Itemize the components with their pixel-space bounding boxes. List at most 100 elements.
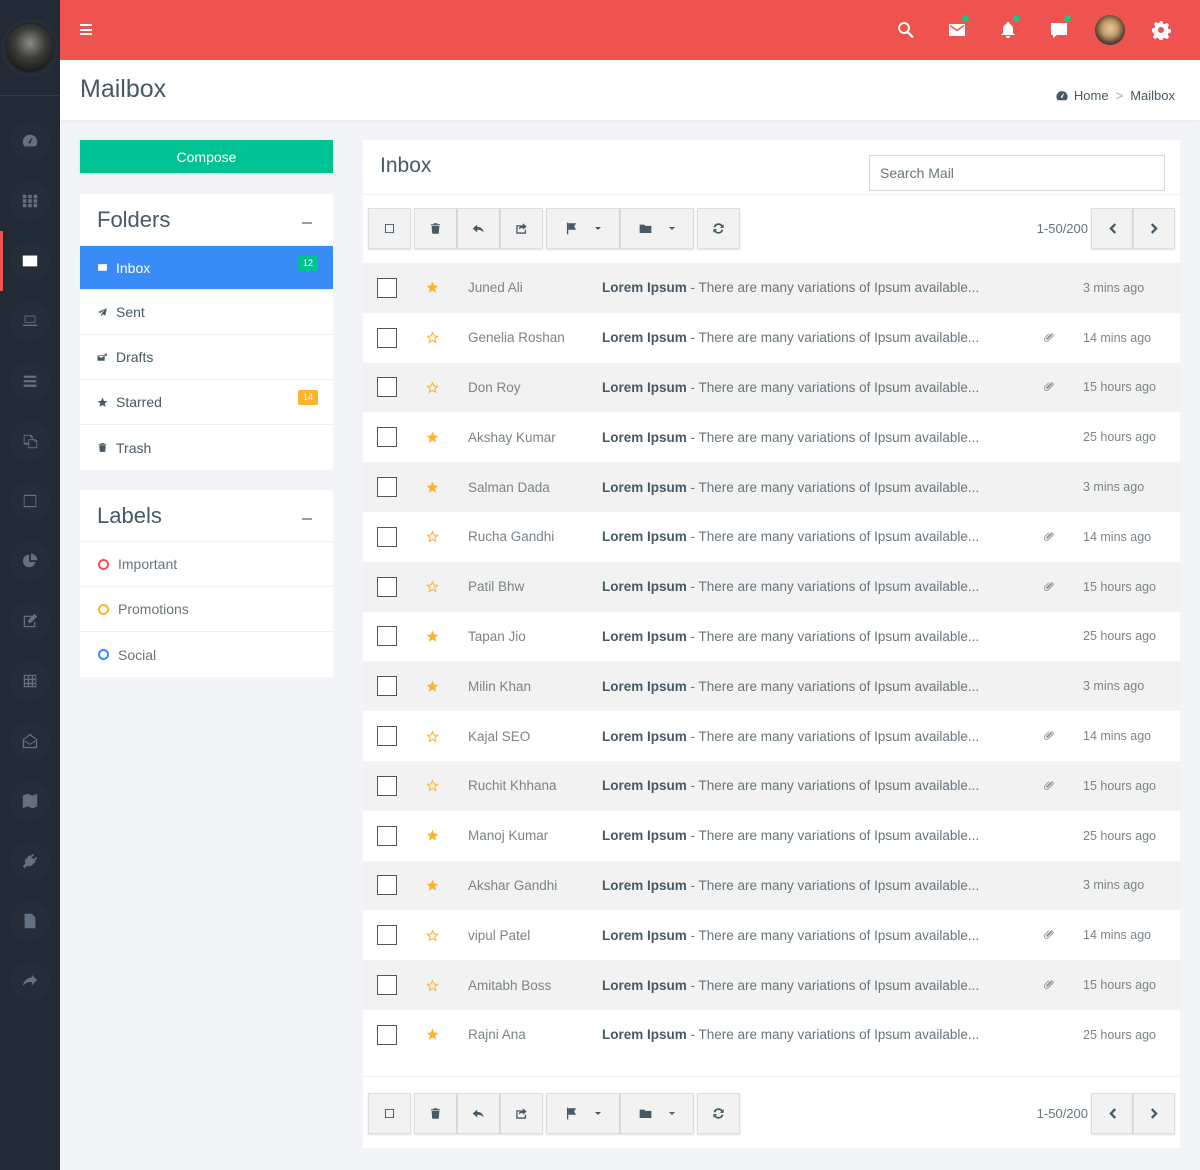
star-toggle[interactable] bbox=[426, 580, 439, 593]
sidebar-item-share[interactable] bbox=[0, 951, 60, 1011]
message-row[interactable]: Juned Ali Lorem Ipsum - There are many va… bbox=[363, 263, 1180, 313]
star-toggle[interactable] bbox=[426, 929, 439, 942]
star-toggle[interactable] bbox=[426, 431, 439, 444]
message-checkbox[interactable] bbox=[377, 1024, 397, 1045]
folder-sent[interactable]: Sent bbox=[80, 290, 333, 335]
hamburger-icon[interactable] bbox=[80, 24, 92, 35]
bottom-reply-button[interactable] bbox=[457, 1093, 500, 1134]
label-important[interactable]: Important bbox=[80, 542, 333, 587]
profile-avatar[interactable] bbox=[6, 23, 54, 72]
message-checkbox[interactable] bbox=[377, 676, 397, 697]
message-row[interactable]: Kajal SEO Lorem Ipsum - There are many va… bbox=[363, 711, 1180, 761]
sidebar-item-copy[interactable] bbox=[0, 411, 60, 471]
message-row[interactable]: Genelia Roshan Lorem Ipsum - There are ma… bbox=[363, 313, 1180, 363]
message-checkbox[interactable] bbox=[377, 825, 397, 846]
compose-button[interactable]: Compose bbox=[80, 140, 333, 173]
message-checkbox[interactable] bbox=[377, 875, 397, 896]
bottom-delete-button[interactable] bbox=[414, 1093, 457, 1134]
user-avatar[interactable] bbox=[1094, 15, 1125, 45]
star-toggle[interactable] bbox=[426, 978, 439, 992]
star-toggle[interactable] bbox=[426, 680, 439, 693]
bottom-next-page-button[interactable] bbox=[1133, 1093, 1175, 1134]
mail-button[interactable] bbox=[931, 0, 982, 60]
message-checkbox[interactable] bbox=[377, 925, 397, 946]
message-checkbox[interactable] bbox=[377, 427, 397, 448]
bottom-select-all-button[interactable] bbox=[368, 1093, 411, 1134]
message-checkbox[interactable] bbox=[377, 626, 397, 647]
message-row[interactable]: Rucha Gandhi Lorem Ipsum - There are many… bbox=[363, 512, 1180, 562]
sidebar-item-table[interactable] bbox=[0, 651, 60, 711]
message-checkbox[interactable] bbox=[377, 277, 397, 298]
star-toggle[interactable] bbox=[426, 481, 439, 494]
bell-button[interactable] bbox=[982, 0, 1033, 60]
user-avatar-button[interactable] bbox=[1084, 0, 1135, 60]
top-refresh-button[interactable] bbox=[697, 208, 740, 249]
bottom-prev-page-button[interactable] bbox=[1091, 1093, 1133, 1134]
message-row[interactable]: Don Roy Lorem Ipsum - There are many vari… bbox=[363, 362, 1180, 413]
sidebar-item-laptop[interactable] bbox=[0, 291, 60, 351]
top-flag-dropdown[interactable] bbox=[546, 208, 620, 249]
message-row[interactable]: Manoj Kumar Lorem Ipsum - There are many … bbox=[363, 811, 1180, 861]
message-row[interactable]: Amitabh Boss Lorem Ipsum - There are many… bbox=[363, 960, 1180, 1010]
top-reply-button[interactable] bbox=[457, 208, 500, 249]
sidebar-item-envelope[interactable] bbox=[0, 231, 60, 291]
top-prev-page-button[interactable] bbox=[1091, 208, 1133, 249]
sidebar-item-dashboard[interactable] bbox=[0, 111, 60, 171]
top-move-folder-dropdown[interactable] bbox=[620, 208, 694, 249]
message-row[interactable]: Akshar Gandhi Lorem Ipsum - There are man… bbox=[363, 860, 1180, 911]
message-row[interactable]: Salman Dada Lorem Ipsum - There are many … bbox=[363, 462, 1180, 512]
message-row[interactable]: Patil Bhw Lorem Ipsum - There are many va… bbox=[363, 561, 1180, 612]
star-toggle[interactable] bbox=[426, 630, 439, 643]
collapse-folders-button[interactable] bbox=[302, 222, 312, 224]
folder-inbox[interactable]: Inbox 12 bbox=[80, 246, 333, 290]
star-toggle[interactable] bbox=[426, 879, 439, 892]
sidebar-item-file[interactable] bbox=[0, 891, 60, 951]
star-toggle[interactable] bbox=[426, 729, 439, 743]
top-select-all-button[interactable] bbox=[368, 208, 411, 249]
folder-drafts[interactable]: Drafts bbox=[80, 335, 333, 380]
label-social[interactable]: Social bbox=[80, 632, 333, 677]
star-toggle[interactable] bbox=[426, 779, 439, 792]
message-checkbox[interactable] bbox=[377, 477, 397, 498]
sidebar-item-edit[interactable] bbox=[0, 591, 60, 651]
message-checkbox[interactable] bbox=[377, 576, 397, 597]
sidebar-item-pie-chart[interactable] bbox=[0, 531, 60, 591]
message-checkbox[interactable] bbox=[377, 975, 397, 996]
star-toggle[interactable] bbox=[426, 829, 439, 842]
star-toggle[interactable] bbox=[426, 381, 439, 394]
search-mail-input[interactable] bbox=[869, 155, 1165, 191]
message-row[interactable]: Rajni Ana Lorem Ipsum - There are many va… bbox=[363, 1010, 1180, 1060]
message-row[interactable]: Ruchit Khhana Lorem Ipsum - There are man… bbox=[363, 760, 1180, 811]
bottom-forward-button[interactable] bbox=[500, 1093, 543, 1134]
sidebar-item-list[interactable] bbox=[0, 351, 60, 411]
top-delete-button[interactable] bbox=[414, 208, 457, 249]
bottom-flag-dropdown[interactable] bbox=[546, 1093, 620, 1134]
sidebar-item-plug[interactable] bbox=[0, 831, 60, 891]
sidebar-item-apps-grid[interactable] bbox=[0, 171, 60, 231]
folder-starred[interactable]: Starred 14 bbox=[80, 380, 333, 425]
message-row[interactable]: vipul Patel Lorem Ipsum - There are many … bbox=[363, 910, 1180, 960]
message-row[interactable]: Milin Khan Lorem Ipsum - There are many v… bbox=[363, 661, 1180, 712]
star-toggle[interactable] bbox=[426, 281, 439, 294]
top-forward-button[interactable] bbox=[500, 208, 543, 249]
gear-button[interactable] bbox=[1135, 0, 1186, 60]
top-next-page-button[interactable] bbox=[1133, 208, 1175, 249]
bottom-refresh-button[interactable] bbox=[697, 1093, 740, 1134]
message-checkbox[interactable] bbox=[377, 377, 397, 398]
message-row[interactable]: Akshay Kumar Lorem Ipsum - There are many… bbox=[363, 412, 1180, 462]
collapse-labels-button[interactable] bbox=[302, 518, 312, 520]
breadcrumb-home[interactable]: Home bbox=[1074, 88, 1109, 103]
message-checkbox[interactable] bbox=[377, 327, 397, 348]
sidebar-item-square[interactable] bbox=[0, 471, 60, 531]
message-checkbox[interactable] bbox=[377, 726, 397, 747]
sidebar-item-map[interactable] bbox=[0, 771, 60, 831]
folder-trash[interactable]: Trash bbox=[80, 425, 333, 470]
search-button[interactable] bbox=[880, 0, 931, 60]
message-row[interactable]: Tapan Jio Lorem Ipsum - There are many va… bbox=[363, 612, 1180, 662]
message-checkbox[interactable] bbox=[377, 775, 397, 796]
sidebar-item-envelope-open[interactable] bbox=[0, 711, 60, 771]
message-checkbox[interactable] bbox=[377, 526, 397, 547]
label-promotions[interactable]: Promotions bbox=[80, 587, 333, 632]
star-toggle[interactable] bbox=[426, 530, 439, 543]
star-toggle[interactable] bbox=[426, 331, 439, 344]
